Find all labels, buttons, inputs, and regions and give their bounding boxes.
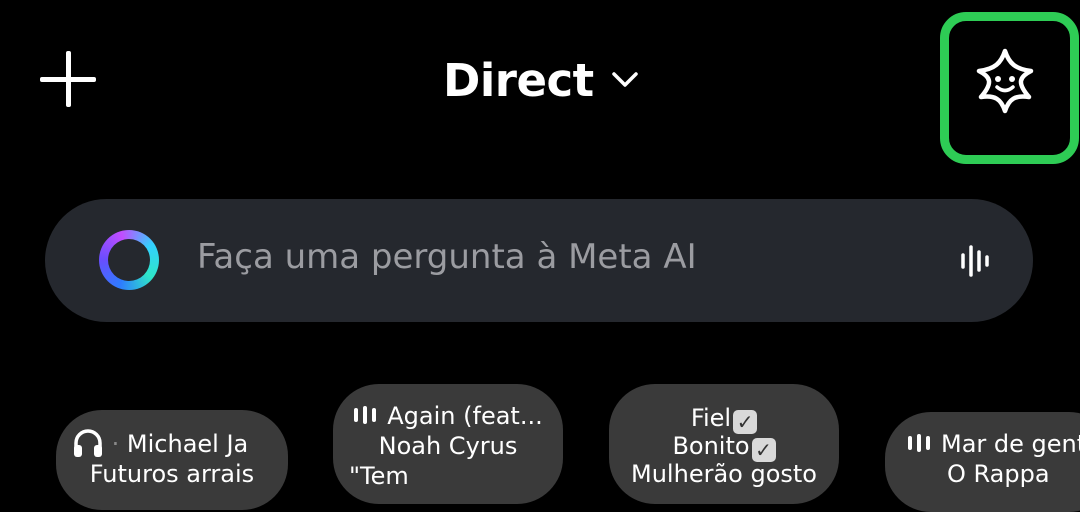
note-line: Bonito	[672, 432, 750, 460]
note-bubble[interactable]: Again (feat... Noah Cyrus "Tem	[333, 384, 563, 504]
note-bubble[interactable]: Fiel ✓ Bonito ✓ Mulherão gosto	[609, 384, 839, 504]
search-placeholder: Faça uma pergunta à Meta AI	[197, 237, 697, 277]
meta-ai-search-bar[interactable]: Faça uma pergunta à Meta AI	[45, 199, 1033, 322]
check-box-icon: ✓	[733, 410, 758, 434]
note-line: "Tem	[349, 462, 409, 490]
note-line: Fiel	[690, 404, 732, 432]
music-bars-icon	[354, 406, 377, 424]
note-line: Mar de gent	[941, 430, 1080, 458]
note-line: Noah Cyrus	[378, 432, 518, 460]
headphones-icon	[74, 429, 102, 457]
ai-sparkle-face-icon	[976, 48, 1033, 114]
check-box-icon: ✓	[751, 438, 776, 462]
page-title: Direct	[443, 53, 594, 107]
note-line: O Rappa	[947, 460, 1050, 488]
ai-studio-button[interactable]	[940, 12, 1079, 164]
chevron-down-icon	[611, 72, 638, 87]
note-bubble[interactable]: · Michael Ja Futuros arrais	[56, 410, 288, 510]
note-line: Again (feat...	[387, 402, 543, 430]
note-line: Mulherão gosto	[631, 460, 817, 488]
voice-waveform-icon[interactable]	[958, 244, 992, 278]
inbox-switcher[interactable]: Direct	[443, 52, 642, 108]
note-bubble[interactable]: Mar de gent O Rappa	[885, 412, 1080, 512]
music-bars-icon	[908, 434, 930, 452]
note-line: Michael Ja	[126, 430, 249, 458]
meta-ai-ring-icon	[99, 230, 159, 290]
new-message-button[interactable]	[38, 50, 98, 110]
note-line: Futuros arrais	[89, 460, 255, 488]
